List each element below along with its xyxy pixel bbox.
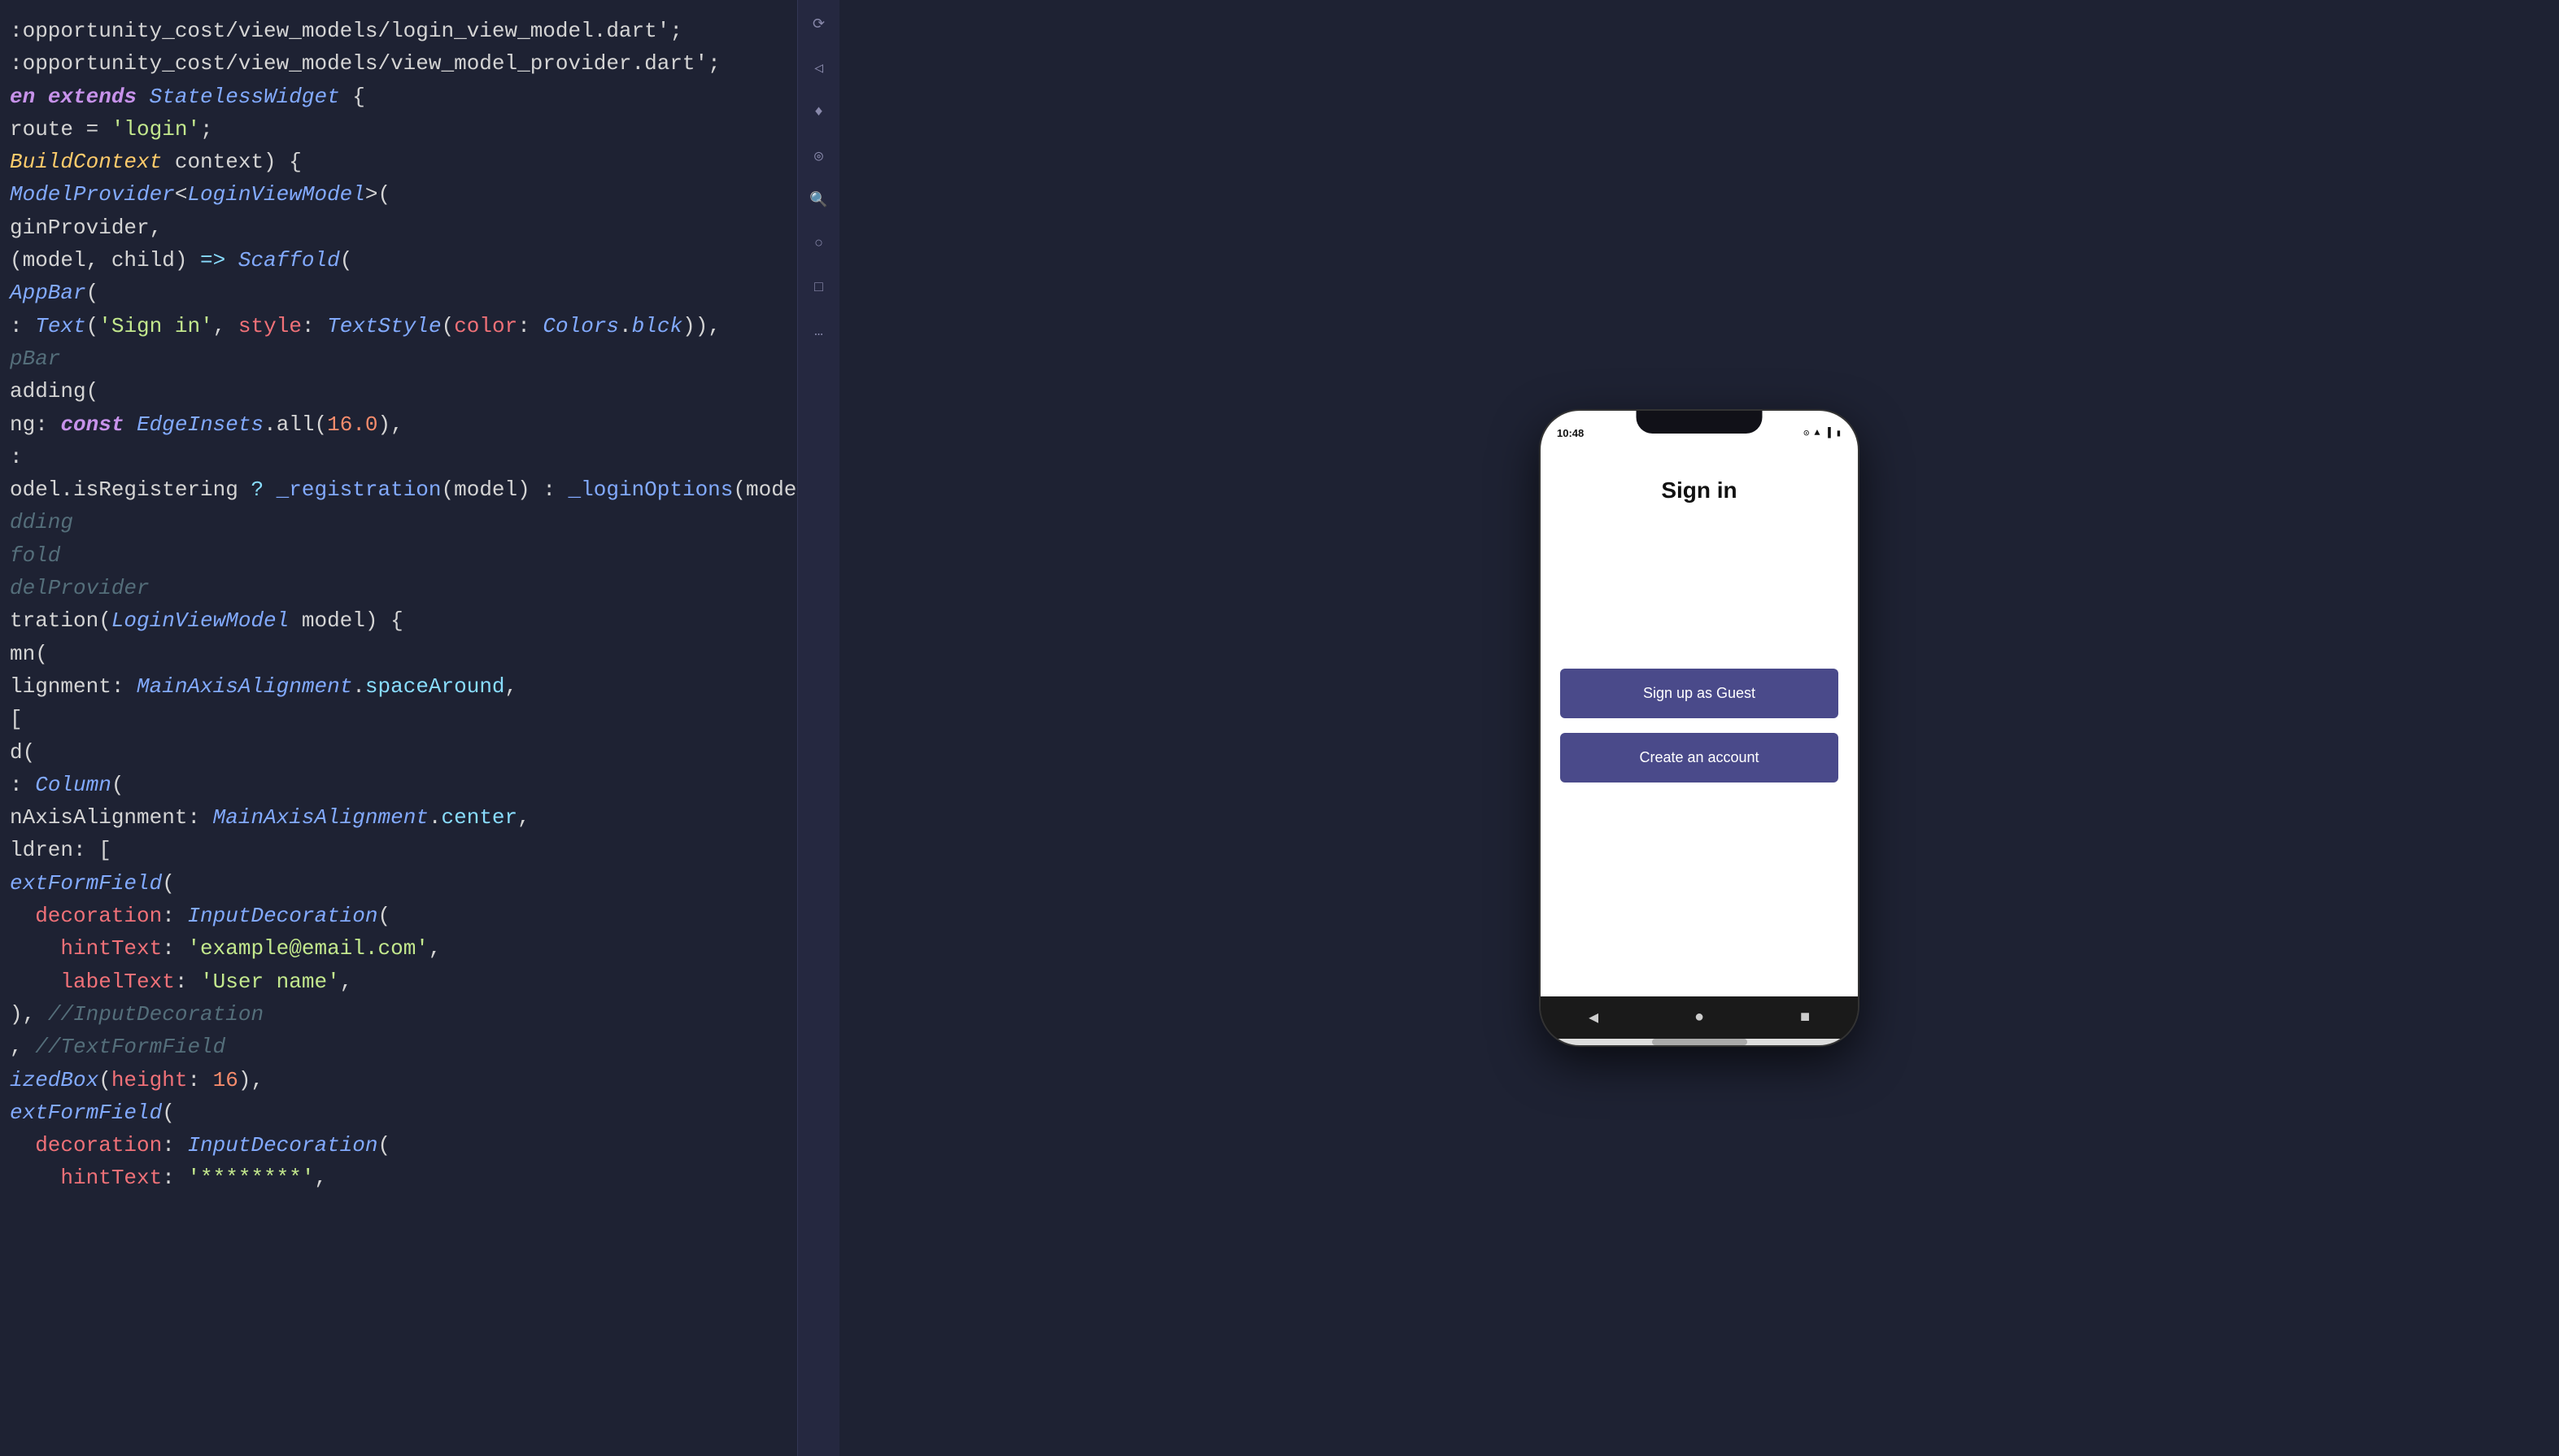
code-line: en extends StatelessWidget { — [0, 81, 797, 113]
code-line: pBar — [0, 342, 797, 375]
battery-icon: ▮ — [1836, 427, 1842, 439]
tool-icon[interactable]: □ — [806, 275, 832, 301]
code-line: mn( — [0, 638, 797, 670]
tool-icon[interactable]: ○ — [806, 231, 832, 257]
status-time: 10:48 — [1557, 427, 1584, 439]
scroll-thumb — [1652, 1039, 1747, 1045]
code-line: (model, child) => Scaffold( — [0, 244, 797, 277]
code-line: tration(LoginViewModel model) { — [0, 604, 797, 637]
code-line: BuildContext context) { — [0, 146, 797, 178]
phone-preview-area: 10:48 ⊙ ▲ ▐ ▮ Sign in Sign up as Guest C… — [839, 0, 2559, 1456]
code-line: : — [0, 441, 797, 473]
tool-icon[interactable]: … — [806, 319, 832, 345]
home-button[interactable]: ● — [1694, 1009, 1704, 1027]
code-line: decoration: InputDecoration( — [0, 900, 797, 932]
code-line: AppBar( — [0, 277, 797, 309]
login-options-area: Sign up as Guest Create an account — [1541, 503, 1858, 996]
code-line: d( — [0, 736, 797, 769]
tool-icon[interactable]: ♦ — [806, 99, 832, 125]
code-line: izedBox(height: 16), — [0, 1064, 797, 1096]
code-line: : Column( — [0, 769, 797, 801]
code-line: route = 'login'; — [0, 113, 797, 146]
code-line: ldren: [ — [0, 834, 797, 866]
code-line: ng: const EdgeInsets.all(16.0), — [0, 408, 797, 441]
create-account-button[interactable]: Create an account — [1560, 733, 1838, 782]
side-toolbar: ⟳ ◁ ♦ ◎ 🔍 ○ □ … — [797, 0, 839, 1456]
nfc-icon: ⊙ — [1803, 427, 1809, 439]
code-line: ModelProvider<LoginViewModel>( — [0, 178, 797, 211]
phone-scroll-indicator — [1541, 1039, 1858, 1045]
signal-icon: ▐ — [1825, 427, 1831, 438]
code-line: :opportunity_cost/view_models/view_model… — [0, 47, 797, 80]
status-icons: ⊙ ▲ ▐ ▮ — [1803, 427, 1842, 439]
sign-in-title: Sign in — [1541, 477, 1858, 503]
tool-icon[interactable]: ◎ — [806, 143, 832, 169]
phone-nav-bar: ◀ ● ■ — [1541, 996, 1858, 1039]
code-line: adding( — [0, 375, 797, 408]
guest-signup-button[interactable]: Sign up as Guest — [1560, 669, 1838, 718]
code-line: labelText: 'User name', — [0, 966, 797, 998]
code-line: ), //InputDecoration — [0, 998, 797, 1031]
tool-icon[interactable]: ◁ — [806, 55, 832, 81]
code-line: dding — [0, 506, 797, 538]
code-line: extFormField( — [0, 867, 797, 900]
code-line: delProvider — [0, 572, 797, 604]
code-line: nAxisAlignment: MainAxisAlignment.center… — [0, 801, 797, 834]
code-line: ginProvider, — [0, 211, 797, 244]
code-line: lignment: MainAxisAlignment.spaceAround, — [0, 670, 797, 703]
phone-notch — [1637, 411, 1763, 434]
phone-frame: 10:48 ⊙ ▲ ▐ ▮ Sign in Sign up as Guest C… — [1541, 411, 1858, 1045]
code-line: hintText: '********', — [0, 1162, 797, 1194]
code-line: extFormField( — [0, 1096, 797, 1129]
phone-screen: Sign in Sign up as Guest Create an accou… — [1541, 448, 1858, 996]
back-button[interactable]: ◀ — [1589, 1007, 1598, 1028]
code-line: fold — [0, 539, 797, 572]
code-line: decoration: InputDecoration( — [0, 1129, 797, 1162]
tool-icon[interactable]: ⟳ — [806, 11, 832, 37]
tool-icon[interactable]: 🔍 — [806, 187, 832, 213]
wifi-icon: ▲ — [1814, 427, 1820, 438]
code-line: [ — [0, 703, 797, 735]
code-line: , //TextFormField — [0, 1031, 797, 1063]
code-line: :opportunity_cost/view_models/login_view… — [0, 15, 797, 47]
code-editor: :opportunity_cost/view_models/login_view… — [0, 0, 797, 1456]
code-line: : Text('Sign in', style: TextStyle(color… — [0, 310, 797, 342]
code-line: odel.isRegistering ? _registration(model… — [0, 473, 797, 506]
code-line: hintText: 'example@email.com', — [0, 932, 797, 965]
recents-button[interactable]: ■ — [1800, 1009, 1810, 1027]
